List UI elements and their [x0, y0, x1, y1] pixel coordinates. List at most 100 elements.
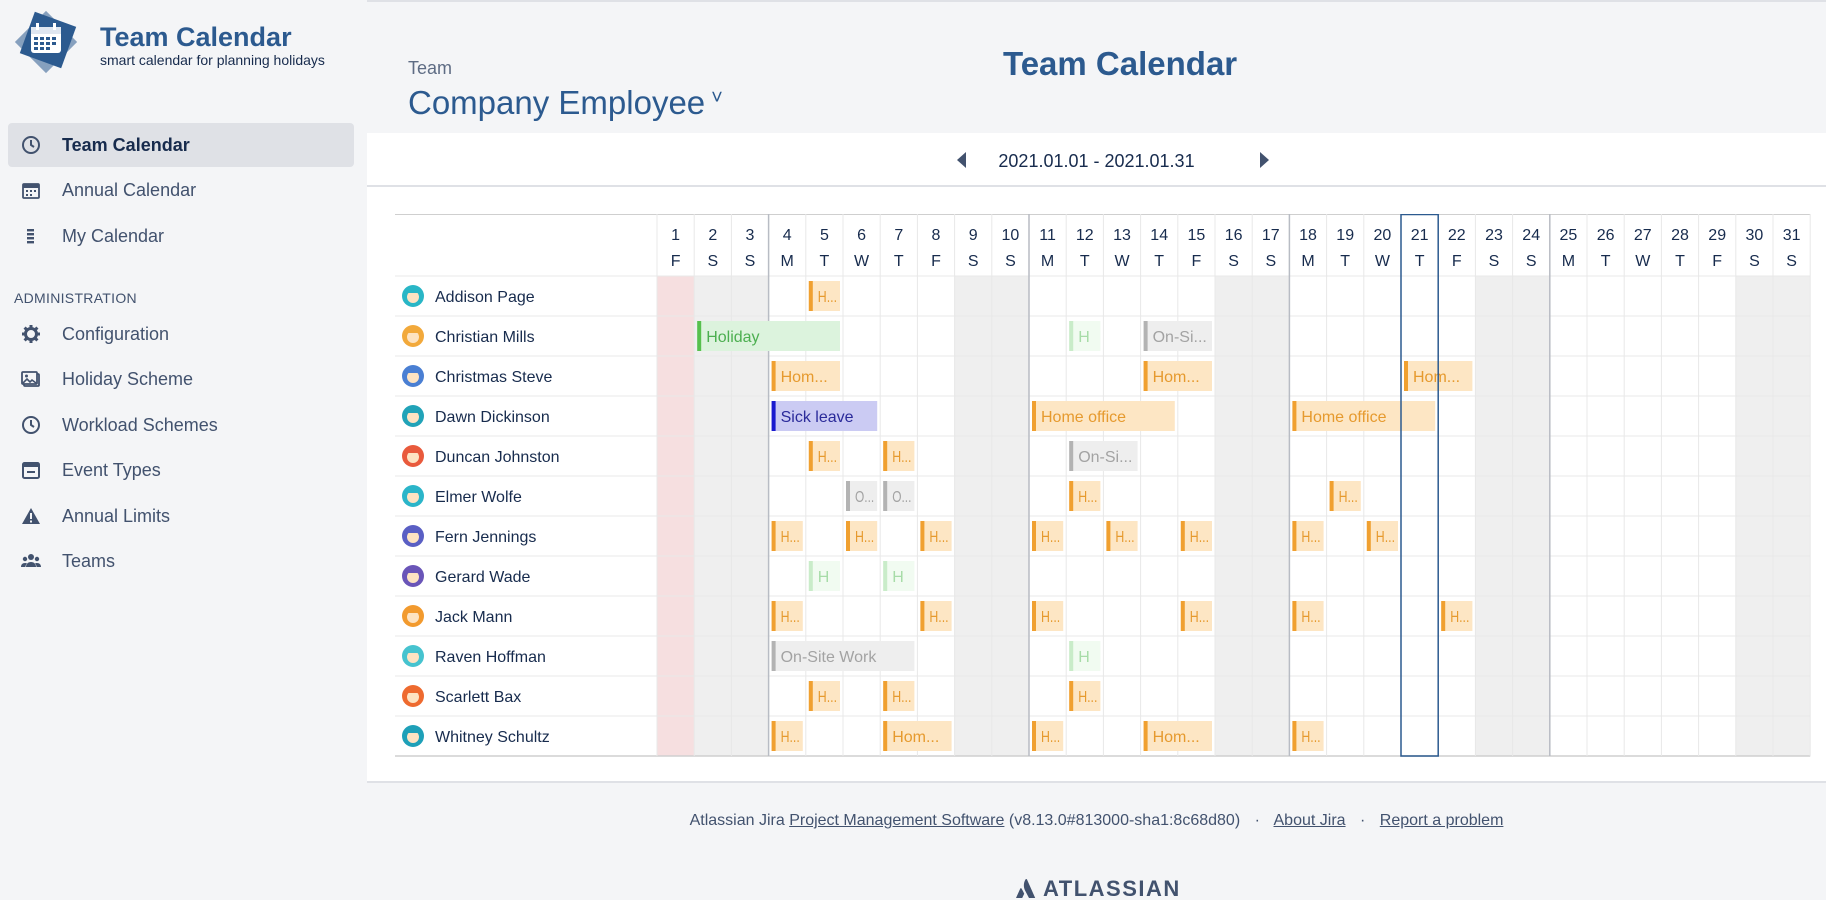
date-range: 2021.01.01 - 2021.01.31 — [998, 151, 1195, 171]
weekday-label: T — [1340, 253, 1350, 270]
day-number-label: 14 — [1150, 227, 1168, 244]
nav-label: My Calendar — [62, 225, 165, 246]
day-number-label: 22 — [1448, 227, 1466, 244]
event-label: H... — [781, 729, 800, 746]
event-bar-marker — [846, 481, 850, 511]
weekday-label: T — [894, 253, 904, 270]
caret-right-icon — [1260, 152, 1269, 168]
footer-version: (v8.13.0#813000-sha1:8c68d80) — [1008, 812, 1241, 829]
list-icon — [20, 225, 42, 247]
event-label: O... — [892, 489, 911, 506]
day-number-label: 23 — [1485, 227, 1503, 244]
day-number-label: 3 — [746, 227, 755, 244]
event-label: H — [1078, 329, 1090, 346]
event-bar-marker — [1069, 321, 1074, 351]
event-label: H... — [1190, 609, 1209, 626]
event-label: H... — [1301, 729, 1320, 746]
weekday-label: F — [931, 253, 941, 270]
event-bar-marker — [1180, 521, 1185, 551]
weekday-label: W — [854, 253, 870, 270]
nav-team-calendar[interactable]: Team Calendar — [8, 123, 354, 167]
report-problem-link[interactable]: Report a problem — [1380, 812, 1504, 829]
weekday-label: W — [1375, 253, 1391, 270]
brand[interactable]: Team Calendar smart calendar for plannin… — [14, 10, 354, 80]
nav-my-calendar[interactable]: My Calendar — [8, 214, 354, 258]
footer-separator: · — [1360, 812, 1366, 829]
gear-icon — [20, 323, 42, 345]
event-label: H... — [929, 529, 948, 546]
project-management-link[interactable]: Project Management Software — [789, 812, 1004, 829]
weekday-label: F — [671, 253, 681, 270]
avatar-hair — [407, 289, 419, 293]
event-label: O... — [855, 489, 874, 506]
day-number-label: 16 — [1225, 227, 1243, 244]
weekday-label: T — [1154, 253, 1164, 270]
chevron-down-icon: ˅ — [711, 87, 723, 109]
nav-configuration[interactable]: Configuration — [8, 312, 354, 356]
weekday-label: M — [1562, 253, 1575, 270]
day-number-label: 11 — [1039, 227, 1056, 244]
event-bar-marker — [1143, 721, 1148, 751]
event-label: H... — [781, 529, 800, 546]
day-number-label: 21 — [1411, 227, 1429, 244]
event-label: H... — [818, 689, 837, 706]
event-bar-marker — [883, 721, 888, 751]
employee-name: Fern Jennings — [435, 529, 536, 546]
event-label: H... — [1078, 689, 1097, 706]
employee-name: Dawn Dickinson — [435, 409, 550, 426]
day-number-label: 15 — [1188, 227, 1206, 244]
avatar-hair — [407, 369, 419, 373]
weekday-label: W — [1635, 253, 1651, 270]
weekday-label: T — [1675, 253, 1685, 270]
employee-name: Christian Mills — [435, 329, 535, 346]
event-bar-marker — [1069, 481, 1074, 511]
event-bar-marker — [1069, 641, 1074, 671]
next-month-button[interactable] — [1252, 145, 1276, 175]
nav-annual-calendar[interactable]: Annual Calendar — [8, 168, 354, 212]
atlassian-logo[interactable]: ATLASSIAN — [1015, 876, 1181, 900]
event-bar-marker — [1292, 401, 1297, 431]
image-icon — [20, 368, 42, 390]
event-bar-marker — [697, 321, 702, 351]
employee-name: Christmas Steve — [435, 369, 552, 386]
nav-holiday-scheme[interactable]: Holiday Scheme — [8, 357, 354, 401]
day-number-label: 29 — [1708, 227, 1726, 244]
weekday-label: M — [1041, 253, 1054, 270]
nav-label: Workload Schemes — [62, 414, 218, 435]
employee-name: Duncan Johnston — [435, 449, 560, 466]
about-jira-link[interactable]: About Jira — [1274, 812, 1346, 829]
nav-workload-schemes[interactable]: Workload Schemes — [8, 403, 354, 447]
top-divider — [367, 0, 1826, 2]
avatar-hair — [407, 489, 419, 493]
nav-teams[interactable]: Teams — [8, 539, 354, 583]
event-label: H... — [1301, 529, 1320, 546]
nav-label: Configuration — [62, 323, 170, 344]
nav-annual-limits[interactable]: Annual Limits — [8, 494, 354, 538]
event-bar-marker — [883, 441, 888, 471]
event-bar-marker — [771, 641, 776, 671]
event-label: Hom... — [781, 369, 828, 386]
event-bar-marker — [808, 441, 813, 471]
team-selector[interactable]: Company Employee ˅ — [408, 84, 723, 122]
day-number-label: 10 — [1002, 227, 1020, 244]
employee-name: Elmer Wolfe — [435, 489, 522, 506]
nav-event-types[interactable]: Event Types — [8, 448, 354, 492]
weekday-label: T — [820, 253, 830, 270]
event-bar-marker — [920, 521, 925, 551]
weekday-label: F — [1452, 253, 1462, 270]
event-label: H — [818, 569, 830, 586]
event-bar-marker — [1143, 361, 1148, 391]
event-bar-marker — [1106, 521, 1111, 551]
weekday-label: S — [1489, 253, 1500, 270]
event-label: H... — [929, 609, 948, 626]
event-label: H... — [1041, 609, 1060, 626]
event-calendar-icon — [20, 459, 42, 481]
event-bar-marker — [1441, 601, 1446, 631]
nav-label: Event Types — [62, 459, 161, 480]
employee-name: Jack Mann — [435, 609, 512, 626]
day-number-label: 20 — [1374, 227, 1392, 244]
weekday-label: W — [1114, 253, 1130, 270]
weekday-label: T — [1415, 253, 1425, 270]
event-bar-marker — [1032, 401, 1036, 431]
event-bar-marker — [1292, 601, 1297, 631]
